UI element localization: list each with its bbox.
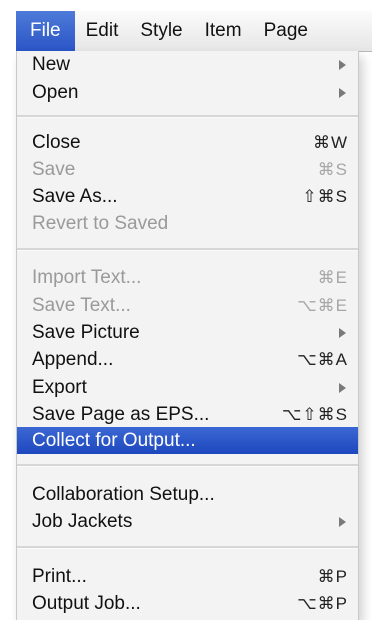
- shortcut-label: ⌘S: [317, 159, 348, 179]
- menu-separator: [17, 115, 358, 118]
- menu-item-open[interactable]: Open: [17, 79, 358, 106]
- menu-item-label: Job Jackets: [32, 510, 133, 532]
- submenu-arrow-icon: [339, 382, 346, 393]
- shortcut-label: ⌘W: [312, 132, 348, 152]
- menu-item-append[interactable]: Append... ⌥⌘A: [17, 346, 358, 373]
- shortcut-label: ⇧⌘S: [302, 186, 348, 206]
- menu-separator: [17, 546, 358, 549]
- menu-item-label: Save: [32, 158, 76, 180]
- menu-item-label: Print...: [32, 565, 87, 587]
- menu-item-label: Save As...: [32, 185, 118, 207]
- menu-item-save-picture[interactable]: Save Picture: [17, 319, 358, 346]
- menubar-file[interactable]: File: [16, 11, 75, 51]
- menu-item-collaboration-setup[interactable]: Collaboration Setup...: [17, 481, 358, 508]
- menu-item-job-jackets[interactable]: Job Jackets: [17, 508, 358, 535]
- menu-item-revert-to-saved: Revert to Saved: [17, 210, 358, 237]
- menu-item-label: Save Text...: [32, 294, 131, 316]
- submenu-arrow-icon: [339, 516, 346, 527]
- submenu-arrow-icon: [339, 59, 346, 70]
- shortcut-label: ⌥⌘P: [297, 593, 348, 613]
- menu-item-label: Import Text...: [32, 266, 142, 288]
- menu-item-label: Collect for Output...: [32, 429, 196, 451]
- menu-separator: [17, 464, 358, 467]
- shortcut-label: ⌥⌘A: [297, 349, 348, 369]
- menu-item-new[interactable]: New: [17, 51, 358, 78]
- menu-item-label: Revert to Saved: [32, 212, 169, 234]
- shortcut-label: ⌥⌘E: [297, 295, 348, 315]
- submenu-arrow-icon: [339, 327, 346, 338]
- menu-item-save-text: Save Text... ⌥⌘E: [17, 292, 358, 319]
- menu-item-close[interactable]: Close ⌘W: [17, 129, 358, 156]
- menu-item-label: Export: [32, 376, 87, 398]
- menu-item-label: Output Job...: [32, 592, 141, 614]
- shortcut-label: ⌥⇧⌘S: [281, 404, 348, 424]
- menu-item-label: Append...: [32, 348, 114, 370]
- submenu-arrow-icon: [339, 87, 346, 98]
- menu-item-import-text: Import Text... ⌘E: [17, 264, 358, 291]
- screenshot-frame: File Edit Style Item Page New Open Close…: [0, 0, 372, 620]
- menu-separator: [17, 248, 358, 251]
- menu-item-label: Close: [32, 131, 81, 153]
- menu-item-output-job[interactable]: Output Job... ⌥⌘P: [17, 590, 358, 617]
- menu-item-print[interactable]: Print... ⌘P: [17, 563, 358, 590]
- menu-item-label: Save Picture: [32, 321, 140, 343]
- menubar-page[interactable]: Page: [253, 11, 319, 51]
- menubar-item[interactable]: Item: [194, 11, 253, 51]
- menu-item-export[interactable]: Export: [17, 374, 358, 401]
- menu-item-save-page-as-eps[interactable]: Save Page as EPS... ⌥⇧⌘S: [17, 401, 358, 428]
- shortcut-label: ⌘E: [317, 267, 348, 287]
- menu-item-label: Open: [32, 81, 79, 103]
- menu-item-save-as[interactable]: Save As... ⇧⌘S: [17, 183, 358, 210]
- menu-item-label: Save Page as EPS...: [32, 403, 210, 425]
- shortcut-label: ⌘P: [317, 566, 348, 586]
- menu-item-label: New: [32, 53, 71, 75]
- menu-item-label: Collaboration Setup...: [32, 483, 215, 505]
- file-menu-dropdown: New Open Close ⌘W Save ⌘S Save As... ⇧⌘S…: [16, 51, 359, 620]
- menu-item-collect-for-output[interactable]: Collect for Output...: [17, 427, 358, 454]
- menu-bar: File Edit Style Item Page: [16, 11, 372, 52]
- menubar-style[interactable]: Style: [129, 11, 193, 51]
- menu-item-save: Save ⌘S: [17, 156, 358, 183]
- menubar-edit[interactable]: Edit: [75, 11, 130, 51]
